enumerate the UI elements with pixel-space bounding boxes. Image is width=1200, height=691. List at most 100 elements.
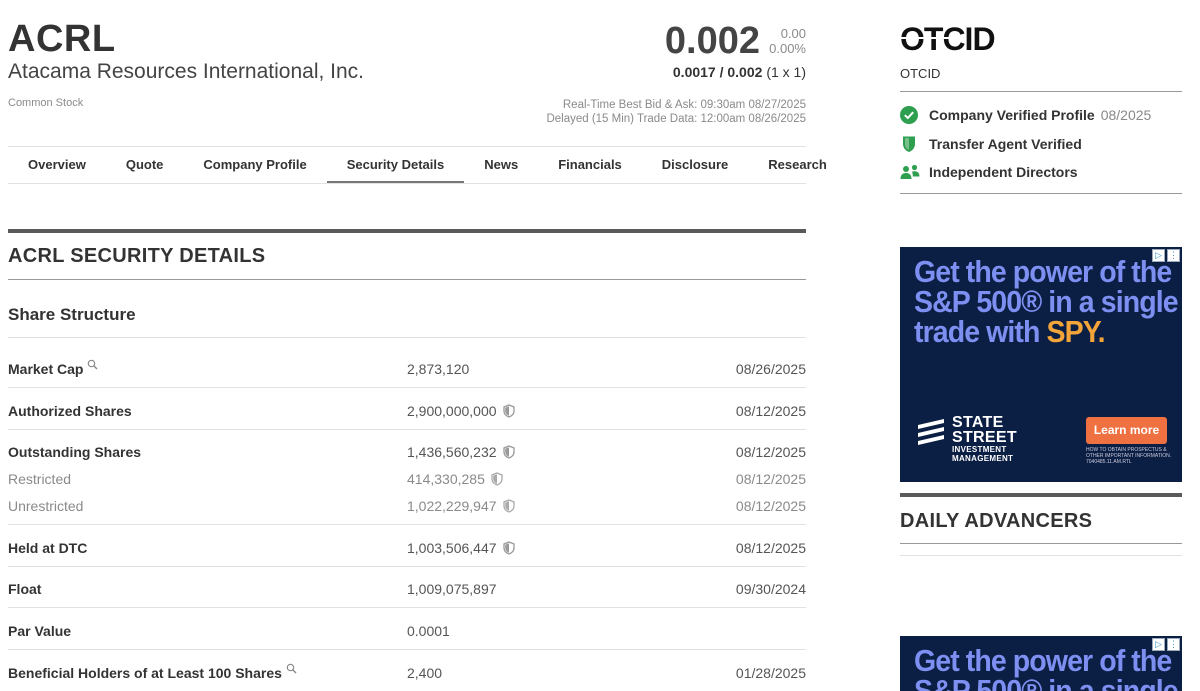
change-percent: 0.00% bbox=[769, 41, 806, 56]
row-date: 08/26/2025 bbox=[735, 361, 806, 377]
tab-security-details[interactable]: Security Details bbox=[326, 147, 465, 183]
row-divider bbox=[8, 649, 806, 650]
row-float: Float 1,009,075,897 09/30/2024 bbox=[8, 581, 806, 601]
otcid-logo: OTCID bbox=[900, 24, 996, 54]
row-value-wrap: 1,022,229,947 bbox=[407, 498, 515, 514]
daily-advancers-title: DAILY ADVANCERS bbox=[900, 510, 1093, 532]
magnifier-icon[interactable] bbox=[286, 663, 297, 674]
tab-overview[interactable]: Overview bbox=[8, 147, 106, 183]
row-value: 2,873,120 bbox=[407, 361, 470, 377]
section-rule bbox=[8, 279, 806, 280]
row-value: 1,003,506,447 bbox=[407, 540, 497, 556]
row-value: 1,436,560,232 bbox=[407, 444, 497, 460]
tab-company-profile[interactable]: Company Profile bbox=[183, 147, 326, 183]
row-date: 08/12/2025 bbox=[735, 403, 806, 419]
row-date: 01/28/2025 bbox=[735, 665, 806, 681]
tab-news[interactable]: News bbox=[464, 147, 538, 183]
row-value: 2,900,000,000 bbox=[407, 403, 497, 419]
row-value: 0.0001 bbox=[407, 623, 450, 639]
row-beneficial-holders: Beneficial Holders of at Least 100 Share… bbox=[8, 663, 806, 685]
row-value-wrap: 1,003,506,447 bbox=[407, 540, 515, 556]
shield-icon bbox=[903, 136, 915, 152]
row-value-wrap: 1,436,560,232 bbox=[407, 444, 515, 460]
ticker-symbol: ACRL bbox=[8, 18, 116, 60]
row-value: 1,022,229,947 bbox=[407, 498, 497, 514]
row-divider bbox=[8, 524, 806, 525]
row-divider bbox=[8, 429, 806, 430]
row-date: 08/12/2025 bbox=[735, 540, 806, 556]
last-price: 0.002 bbox=[664, 20, 760, 62]
company-name: Atacama Resources International, Inc. bbox=[8, 60, 365, 83]
row-par-value: Par Value 0.0001 bbox=[8, 623, 806, 643]
row-value: 1,009,075,897 bbox=[407, 581, 497, 597]
row-outstanding-shares: Outstanding Shares 1,436,560,232 08/12/2… bbox=[8, 444, 806, 464]
check-circle-icon bbox=[900, 106, 918, 124]
shield-icon[interactable] bbox=[491, 472, 503, 486]
advertisement-banner[interactable]: ▷ ⋮ Get the power of the S&P 500® in a s… bbox=[900, 247, 1182, 482]
row-label: Beneficial Holders of at Least 100 Share… bbox=[8, 663, 297, 681]
row-label: Held at DTC bbox=[8, 540, 88, 556]
row-label: Par Value bbox=[8, 623, 72, 639]
row-divider bbox=[8, 387, 806, 388]
otcid-rule bbox=[900, 91, 1182, 92]
state-street-logo-icon bbox=[918, 419, 944, 445]
shield-icon[interactable] bbox=[502, 404, 515, 418]
shield-icon[interactable] bbox=[502, 445, 515, 459]
row-restricted: Restricted 414,330,285 08/12/2025 bbox=[8, 471, 806, 491]
tab-bar: Overview Quote Company Profile Security … bbox=[8, 146, 827, 184]
magnifier-icon[interactable] bbox=[87, 359, 98, 370]
advancers-rule bbox=[900, 543, 1182, 544]
verify-label: Independent Directors bbox=[929, 164, 1078, 180]
ad-fine-print: HOW TO OBTAIN PROSPECTUS & OTHER IMPORTA… bbox=[1086, 447, 1172, 465]
shield-icon[interactable] bbox=[502, 541, 515, 555]
row-unrestricted: Unrestricted 1,022,229,947 08/12/2025 bbox=[8, 498, 806, 518]
advancers-divider bbox=[900, 493, 1182, 497]
price-change: 0.00 0.00% bbox=[760, 26, 806, 56]
change-value: 0.00 bbox=[780, 26, 806, 41]
row-label: Market Cap bbox=[8, 359, 98, 377]
row-label: Restricted bbox=[8, 471, 72, 487]
shield-icon[interactable] bbox=[502, 499, 515, 513]
ad-learn-more-button[interactable]: Learn more bbox=[1086, 417, 1167, 444]
row-value: 414,330,285 bbox=[407, 471, 485, 487]
section-divider bbox=[8, 229, 806, 233]
ad-headline: Get the power of the S&P 500® in a singl… bbox=[914, 643, 1179, 691]
row-authorized-shares: Authorized Shares 2,900,000,000 08/12/20… bbox=[8, 403, 806, 423]
bid-ask: 0.0017 / 0.002 (1 x 1) bbox=[673, 64, 806, 80]
verify-label: Transfer Agent Verified bbox=[929, 136, 1082, 152]
row-label: Unrestricted bbox=[8, 498, 84, 514]
tab-research[interactable]: Research bbox=[748, 147, 847, 183]
row-market-cap: Market Cap 2,873,120 08/26/2025 bbox=[8, 359, 806, 381]
row-held-at-dtc: Held at DTC 1,003,506,447 08/12/2025 bbox=[8, 540, 806, 560]
row-value: 2,400 bbox=[407, 665, 443, 681]
subsection-rule bbox=[8, 337, 806, 338]
advancers-rule-secondary bbox=[900, 555, 1182, 556]
ad-brand-name: STATE STREET bbox=[952, 414, 1017, 446]
share-structure-title: Share Structure bbox=[8, 305, 136, 324]
row-divider bbox=[8, 566, 806, 567]
verify-date: 08/2025 bbox=[1100, 107, 1152, 123]
row-value-wrap: 414,330,285 bbox=[407, 471, 503, 487]
verify-label: Company Verified Profile 08/2025 bbox=[929, 107, 1152, 123]
ad-brand-sub: INVESTMENT MANAGEMENT bbox=[952, 445, 1014, 463]
row-date: 08/12/2025 bbox=[735, 498, 806, 514]
section-title: ACRL SECURITY DETAILS bbox=[8, 245, 266, 267]
row-date: 08/12/2025 bbox=[735, 444, 806, 460]
row-divider bbox=[8, 607, 806, 608]
row-date: 08/12/2025 bbox=[735, 471, 806, 487]
tab-disclosure[interactable]: Disclosure bbox=[642, 147, 748, 183]
ad-headline: Get the power of the S&P 500® in a singl… bbox=[914, 254, 1179, 349]
row-label: Authorized Shares bbox=[8, 403, 132, 419]
tab-quote[interactable]: Quote bbox=[106, 147, 184, 183]
row-label: Float bbox=[8, 581, 42, 597]
row-date: 09/30/2024 bbox=[735, 581, 806, 597]
row-value-wrap: 2,900,000,000 bbox=[407, 403, 515, 419]
delayed-timestamp: Delayed (15 Min) Trade Data: 12:00am 08/… bbox=[546, 113, 806, 125]
bid-ask-values: 0.0017 / 0.002 bbox=[672, 64, 763, 80]
quote-timestamps: Real-Time Best Bid & Ask: 09:30am 08/27/… bbox=[546, 98, 806, 126]
bid-ask-size: (1 x 1) bbox=[766, 64, 806, 80]
advertisement-banner-2[interactable]: ▷ ⋮ Get the power of the S&P 500® in a s… bbox=[900, 636, 1182, 691]
tab-financials[interactable]: Financials bbox=[538, 147, 642, 183]
verify-rule bbox=[900, 193, 1182, 194]
people-icon bbox=[900, 164, 920, 179]
